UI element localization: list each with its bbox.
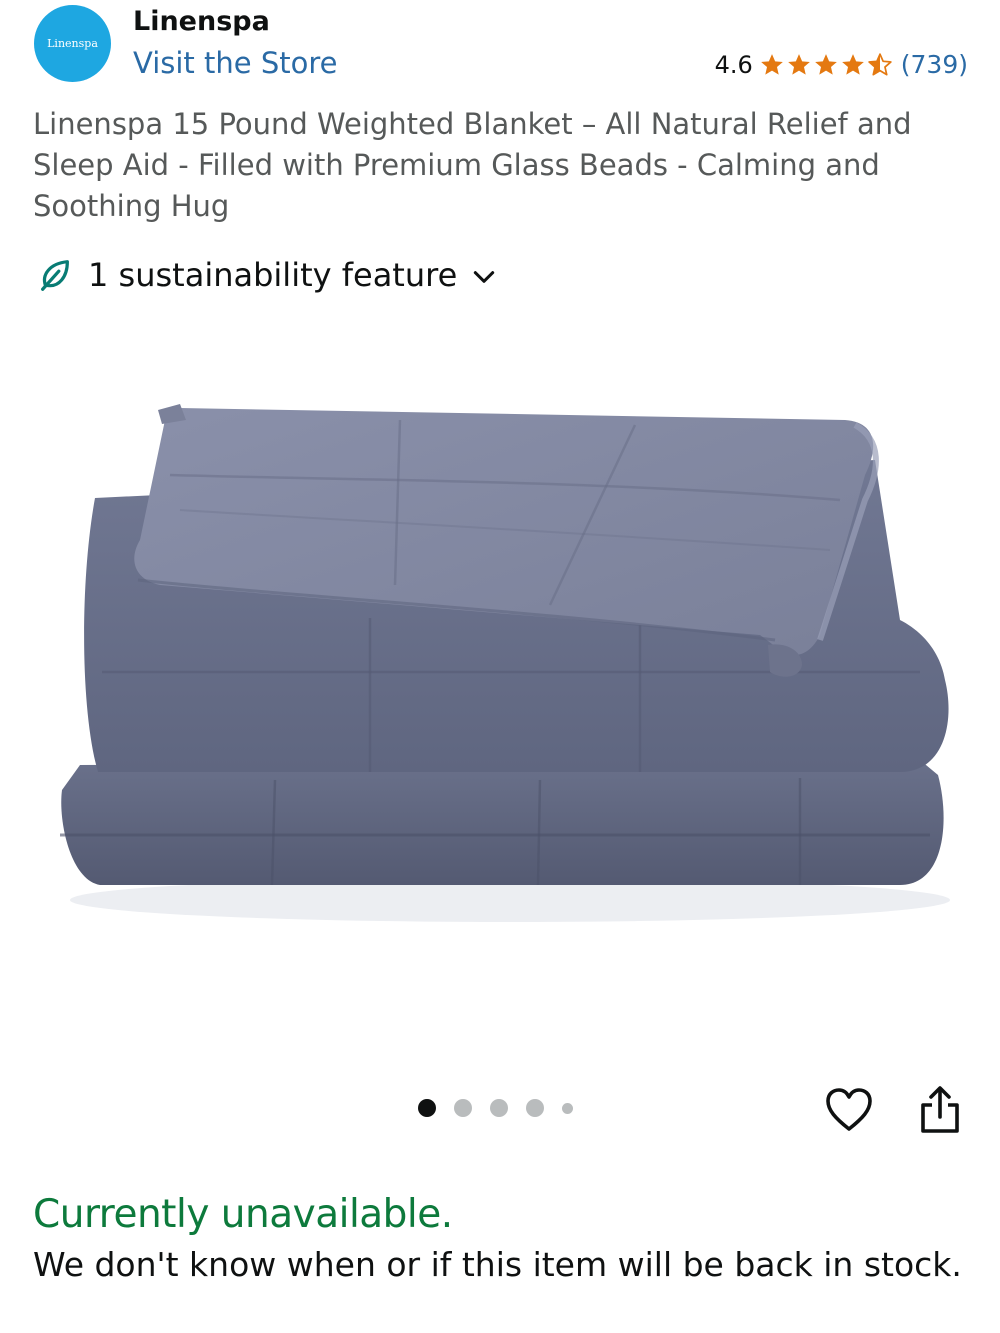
chevron-down-icon [474,271,495,283]
share-icon[interactable] [918,1085,962,1135]
store-logo-text: Linenspa [47,37,98,50]
star-rating [759,52,894,78]
star-full-icon [841,53,864,75]
leaf-icon [41,260,69,291]
folded-weighted-blanket-image[interactable] [40,380,960,960]
brand-name: Linenspa [133,6,270,37]
carousel-dot[interactable] [490,1099,508,1117]
product-title: Linenspa 15 Pound Weighted Blanket – All… [33,107,912,223]
rating-count-link[interactable]: (739) [901,50,968,79]
star-full-icon [760,53,783,75]
rating-value: 4.6 [714,50,753,79]
star-half-icon [868,52,892,76]
star-full-icon [814,53,837,75]
carousel-dot-active[interactable] [418,1099,436,1117]
store-logo[interactable]: Linenspa [34,5,111,82]
availability-status: Currently unavailable. [33,1192,453,1237]
carousel-dot[interactable] [526,1099,544,1117]
visit-store-link[interactable]: Visit the Store [133,46,337,80]
sustainability-toggle[interactable]: 1 sustainability feature [36,256,497,294]
carousel-dot[interactable] [562,1102,573,1114]
image-carousel-indicator[interactable] [418,1099,591,1117]
rating-summary[interactable]: 4.6 (739) [715,50,968,79]
stock-note: We don't know when or if this item will … [33,1245,962,1284]
star-full-icon [787,53,810,75]
carousel-dot[interactable] [454,1099,472,1117]
sustainability-label: 1 sustainability feature [88,256,458,294]
heart-icon[interactable] [825,1087,873,1133]
